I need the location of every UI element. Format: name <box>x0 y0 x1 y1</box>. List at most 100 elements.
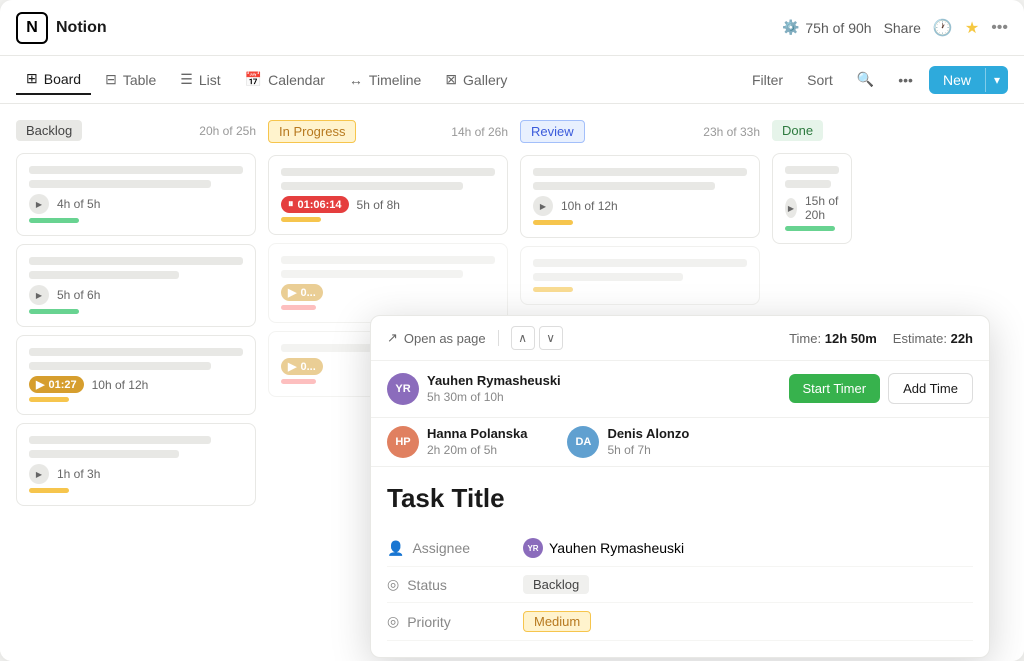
card-bar <box>533 273 683 281</box>
open-as-page-button[interactable]: ↗ Open as page <box>387 330 486 346</box>
card-bar <box>281 256 495 264</box>
popup-users: YR Yauhen Rymasheuski 5h 30m of 10h Star… <box>371 361 989 418</box>
more-icon[interactable]: ••• <box>991 19 1008 37</box>
app-container: N Notion ⚙️ 75h of 90h Share 🕐 ★ ••• ⊞ B… <box>0 0 1024 661</box>
column-time-inprogress: 14h of 26h <box>451 125 508 139</box>
card-bar <box>29 362 211 370</box>
user-info-hanna: Hanna Polanska 2h 20m of 5h <box>427 426 527 457</box>
card-bar <box>29 348 243 356</box>
header-time-value: 75h of 90h <box>805 20 871 36</box>
avatar-hanna: HP <box>387 426 419 458</box>
tab-list[interactable]: ☰ List <box>170 65 230 94</box>
card[interactable]: ▶ 10h of 12h <box>520 155 760 238</box>
card-progress <box>29 488 69 493</box>
popup-timer-buttons: Start Timer Add Time <box>789 373 974 404</box>
field-value-assignee[interactable]: YR Yauhen Rymasheuski <box>523 538 684 558</box>
user-entry-denis: DA Denis Alonzo 5h of 7h <box>567 426 689 458</box>
card-bar <box>785 166 839 174</box>
header-time: ⚙️ 75h of 90h <box>782 19 872 36</box>
status-icon: ◎ <box>387 576 399 593</box>
play-icon: ▶ <box>29 464 49 484</box>
play-icon: ▶ <box>533 196 553 216</box>
card-timer-row: ⏸ 01:06:14 5h of 8h <box>281 196 495 213</box>
filter-button[interactable]: Filter <box>744 68 791 92</box>
popup-users-2: HP Hanna Polanska 2h 20m of 5h DA Denis … <box>371 418 989 467</box>
new-button[interactable]: New <box>929 66 985 94</box>
user-info-denis: Denis Alonzo 5h of 7h <box>607 426 689 457</box>
card-timer-row: ▶ 01:27 10h of 12h <box>29 376 243 393</box>
card-time: 5h of 8h <box>357 198 400 212</box>
field-row-assignee: 👤 Assignee YR Yauhen Rymasheuski <box>387 530 973 567</box>
card[interactable]: ▶ 01:27 10h of 12h <box>16 335 256 415</box>
card[interactable]: ⏸ 01:06:14 5h of 8h <box>268 155 508 235</box>
tab-gallery[interactable]: ⊠ Gallery <box>435 65 517 94</box>
add-time-button[interactable]: Add Time <box>888 373 973 404</box>
card[interactable] <box>520 246 760 305</box>
popup-nav-down[interactable]: ∨ <box>539 326 563 350</box>
calendar-icon: 📅 <box>245 71 262 88</box>
card[interactable]: ▶ 15h of 20h <box>772 153 852 244</box>
time-label: Time: 12h 50m <box>789 331 877 346</box>
user-time-hanna: 2h 20m of 5h <box>427 443 527 457</box>
active-timer-badge: ▶0... <box>281 358 323 375</box>
card-progress <box>785 226 835 231</box>
card-bar <box>281 168 495 176</box>
timer-value: 01:06:14 <box>298 199 342 211</box>
user-time-yauhen: 5h 30m of 10h <box>427 390 561 404</box>
column-time-backlog: 20h of 25h <box>199 124 256 138</box>
popup-toolbar: ↗ Open as page ∧ ∨ Time: 12h 50m Estimat… <box>371 316 989 361</box>
card-bar <box>533 259 747 267</box>
column-header-inprogress: In Progress 14h of 26h <box>268 120 508 143</box>
card-timer-row: ▶0... <box>281 284 495 301</box>
start-timer-button[interactable]: Start Timer <box>789 374 881 403</box>
column-header-backlog: Backlog 20h of 25h <box>16 120 256 141</box>
tab-table[interactable]: ⊟ Table <box>95 65 166 94</box>
history-icon[interactable]: 🕐 <box>933 18 953 38</box>
header-left: N Notion <box>16 12 107 44</box>
task-title[interactable]: Task Title <box>387 483 973 514</box>
badge-backlog: Backlog <box>16 120 82 141</box>
tab-calendar[interactable]: 📅 Calendar <box>235 65 335 94</box>
new-btn-dropdown[interactable]: ▾ <box>986 67 1008 93</box>
popup-nav-up[interactable]: ∧ <box>511 326 535 350</box>
notion-logo-icon: N <box>16 12 48 44</box>
card-timer-row: ▶ 4h of 5h <box>29 194 243 214</box>
star-icon[interactable]: ★ <box>965 18 979 38</box>
time-value: 12h 50m <box>825 331 877 346</box>
active-timer-badge: ▶ 01:27 <box>29 376 84 393</box>
card[interactable]: ▶ 4h of 5h <box>16 153 256 236</box>
open-page-icon: ↗ <box>387 330 398 346</box>
card-bar <box>29 450 179 458</box>
card-progress <box>29 218 79 223</box>
field-label-status: ◎ Status <box>387 576 507 593</box>
card[interactable]: ▶ 1h of 3h <box>16 423 256 506</box>
status-value[interactable]: Backlog <box>523 575 589 594</box>
timeline-icon: ↔ <box>349 72 363 88</box>
search-button[interactable]: 🔍 <box>849 67 882 92</box>
play-icon: ▶ <box>29 194 49 214</box>
user-name-hanna: Hanna Polanska <box>427 426 527 441</box>
card-bar <box>533 168 747 176</box>
priority-value[interactable]: Medium <box>523 611 591 632</box>
card[interactable]: ▶0... <box>268 243 508 323</box>
estimate-value: 22h <box>951 331 973 346</box>
card[interactable]: ▶ 5h of 6h <box>16 244 256 327</box>
avatar-yauhen: YR <box>387 373 419 405</box>
card-bar <box>29 271 179 279</box>
user-info-yauhen: Yauhen Rymasheuski 5h 30m of 10h <box>427 373 561 404</box>
field-label-assignee: 👤 Assignee <box>387 540 507 557</box>
card-time: 1h of 3h <box>57 467 100 481</box>
tab-board[interactable]: ⊞ Board <box>16 64 91 95</box>
share-button[interactable]: Share <box>884 20 921 36</box>
card-bar <box>533 182 715 190</box>
tab-timeline[interactable]: ↔ Timeline <box>339 66 431 94</box>
more-options-button[interactable]: ••• <box>890 68 921 92</box>
field-row-status: ◎ Status Backlog <box>387 567 973 603</box>
card-bar <box>29 257 243 265</box>
badge-review: Review <box>520 120 585 143</box>
sort-button[interactable]: Sort <box>799 68 841 92</box>
card-bar <box>281 182 463 190</box>
card-time: 4h of 5h <box>57 197 100 211</box>
active-timer-badge-red: ⏸ 01:06:14 <box>281 196 349 213</box>
play-icon: ▶ <box>785 198 797 218</box>
